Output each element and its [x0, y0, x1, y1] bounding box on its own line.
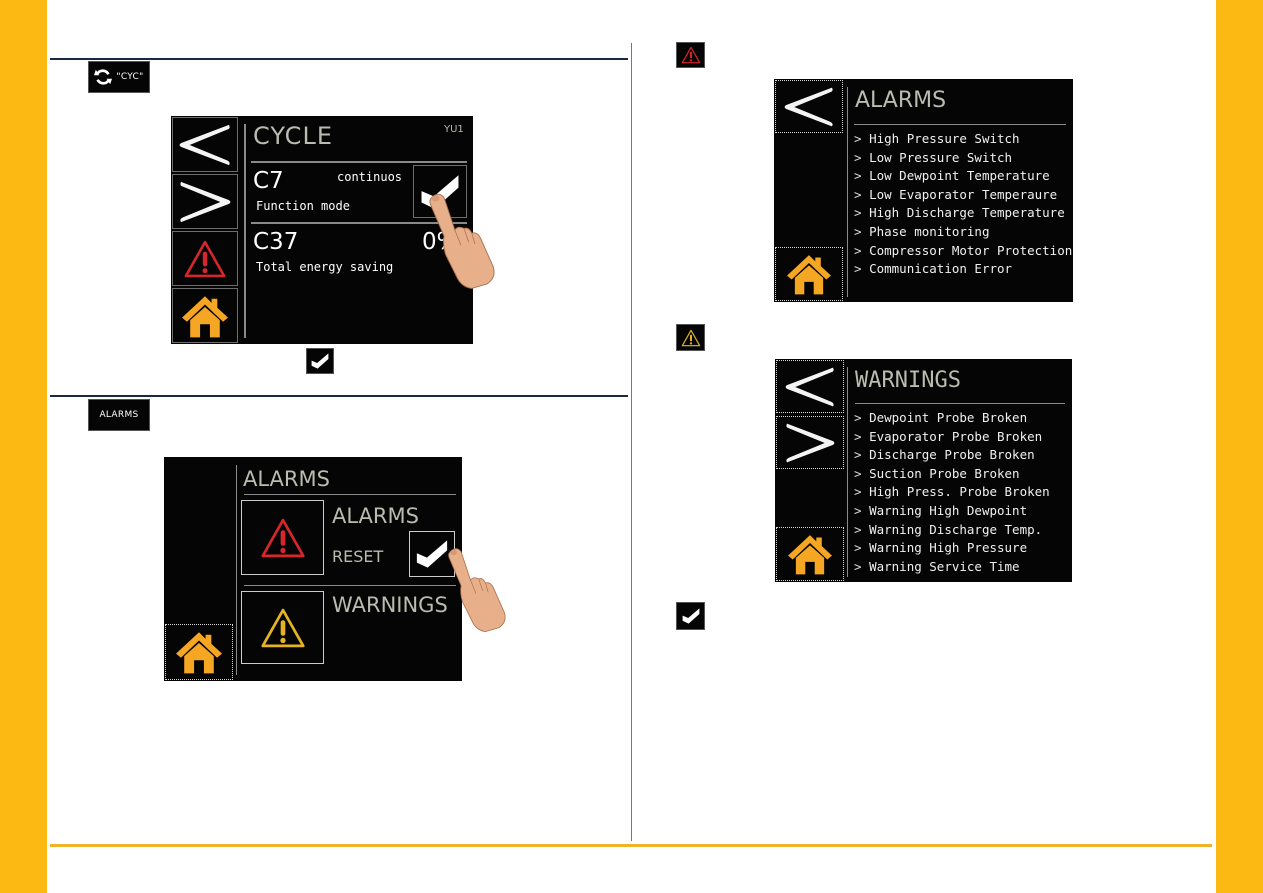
warning-triangle-icon	[259, 607, 307, 649]
warning-key-chip	[676, 324, 705, 351]
list-item: Low Pressure Switch	[854, 149, 1072, 168]
title-rule	[251, 161, 467, 163]
row-rule	[244, 585, 456, 586]
checkmark-icon	[310, 351, 330, 371]
alarms-key-label: ALARMS	[99, 410, 139, 420]
list-item: Dewpoint Probe Broken	[854, 409, 1050, 428]
left-accent-bar	[0, 0, 47, 893]
list-item: Warning Service Time	[854, 558, 1050, 577]
list-item: Phase monitoring	[854, 223, 1072, 242]
checkmark-icon	[681, 606, 701, 626]
screen-divider	[236, 465, 237, 675]
final-confirm-chip	[676, 602, 705, 630]
forward-button[interactable]	[776, 416, 844, 469]
title-rule	[244, 494, 456, 495]
list-item: Low Dewpoint Temperature	[854, 167, 1072, 186]
alarm-button[interactable]	[172, 231, 238, 286]
forward-arrow-icon	[782, 420, 838, 466]
screen-title: WARNINGS	[855, 368, 961, 393]
pointing-hand-icon	[415, 190, 507, 290]
alarm-triangle-icon	[259, 517, 307, 559]
pointing-hand-icon	[436, 545, 516, 633]
list-item: Warning High Dewpoint	[854, 502, 1050, 521]
alarm-list: High Pressure Switch Low Pressure Switch…	[854, 130, 1072, 279]
refresh-icon	[94, 69, 113, 85]
section-divider-alarms	[50, 395, 628, 397]
list-item: Warning High Pressure	[854, 539, 1050, 558]
param-description: Function mode	[256, 199, 350, 213]
screen-divider	[244, 124, 246, 338]
home-button[interactable]	[172, 288, 238, 343]
list-item: Communication Error	[854, 260, 1072, 279]
back-button[interactable]	[172, 117, 238, 172]
alarm-triangle-icon	[183, 239, 227, 279]
warnings-label: WARNINGS	[332, 593, 448, 617]
back-arrow-icon	[782, 364, 838, 410]
home-icon	[785, 252, 833, 296]
back-button[interactable]	[775, 80, 843, 133]
alarms-menu-screen: ALARMS ALARMS RESET WARNINGS	[164, 457, 462, 681]
home-button[interactable]	[776, 527, 844, 581]
list-item: Suction Probe Broken	[854, 465, 1050, 484]
cyc-key-label: "CYC"	[116, 72, 144, 82]
home-icon	[786, 532, 834, 576]
alarms-key-chip: ALARMS	[88, 399, 150, 431]
list-item: High Discharge Temperature	[854, 204, 1072, 223]
back-arrow-icon	[176, 121, 234, 169]
screen-divider	[847, 87, 848, 297]
home-icon	[174, 629, 224, 675]
warning-triangle-icon	[681, 329, 701, 347]
screen-title: CYCLE	[253, 122, 333, 150]
list-item: Compressor Motor Protection	[854, 242, 1072, 261]
param-value: continuos	[337, 170, 403, 184]
list-item: Evaporator Probe Broken	[854, 428, 1050, 447]
title-rule	[854, 124, 1066, 125]
alarms-button[interactable]	[241, 500, 324, 575]
screen-divider	[847, 367, 848, 577]
section-divider-cycle	[50, 58, 628, 60]
screen-title: ALARMS	[243, 467, 330, 491]
home-icon	[180, 293, 230, 339]
list-item: Warning Discharge Temp.	[854, 521, 1050, 540]
cyc-key-chip: "CYC"	[88, 61, 150, 93]
forward-button[interactable]	[172, 174, 238, 229]
unit-id: YU1	[444, 124, 464, 135]
param-code: C7	[253, 168, 284, 194]
alarm-triangle-icon	[681, 46, 701, 64]
back-arrow-icon	[781, 84, 837, 130]
forward-arrow-icon	[176, 178, 234, 226]
param-description: Total energy saving	[256, 260, 394, 274]
list-item: Discharge Probe Broken	[854, 446, 1050, 465]
alarm-key-chip	[676, 42, 705, 68]
home-button[interactable]	[165, 624, 233, 680]
home-button[interactable]	[775, 247, 843, 301]
reset-label: RESET	[332, 547, 384, 566]
confirm-key-chip	[306, 348, 334, 374]
title-rule	[855, 403, 1065, 404]
warning-list: Dewpoint Probe Broken Evaporator Probe B…	[854, 409, 1050, 576]
back-button[interactable]	[776, 360, 844, 413]
alarms-list-screen: ALARMS High Pressure Switch Low Pressure…	[774, 79, 1073, 302]
list-item: High Pressure Switch	[854, 130, 1072, 149]
warnings-button[interactable]	[241, 591, 324, 664]
param-code: C37	[253, 229, 299, 255]
column-divider	[631, 43, 632, 841]
screen-title: ALARMS	[855, 88, 947, 113]
right-accent-bar	[1216, 0, 1263, 893]
list-item: High Press. Probe Broken	[854, 483, 1050, 502]
warnings-list-screen: WARNINGS Dewpoint Probe Broken Evaporato…	[775, 359, 1072, 582]
alarms-label: ALARMS	[332, 504, 419, 528]
list-item: Low Evaporator Temperaure	[854, 186, 1072, 205]
footer-rule	[50, 844, 1212, 847]
